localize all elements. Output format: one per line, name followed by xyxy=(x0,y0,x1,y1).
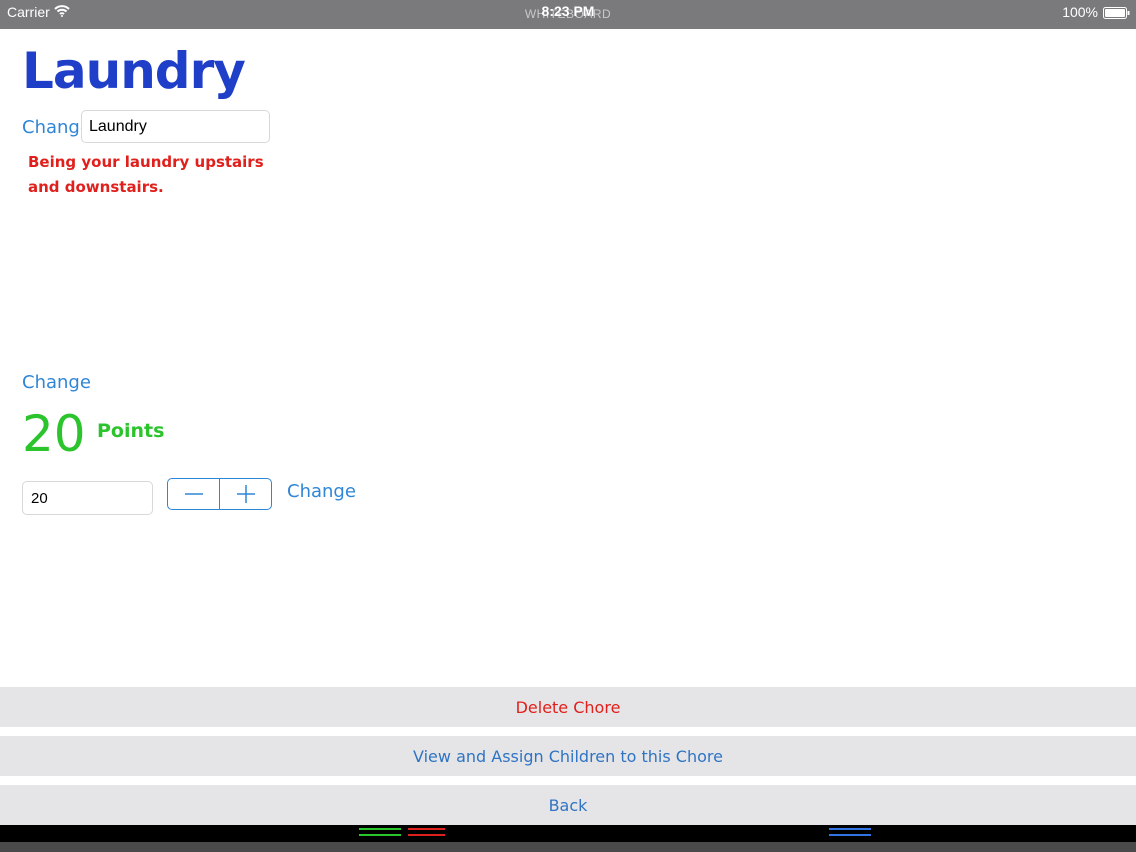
minus-icon xyxy=(184,493,203,495)
increment-button[interactable] xyxy=(219,479,271,509)
red-tab-marker xyxy=(408,828,445,836)
battery-percentage: 100% xyxy=(1062,4,1098,20)
chore-name-input[interactable] xyxy=(81,110,270,143)
points-label: Points xyxy=(97,420,165,442)
bottom-bar xyxy=(0,842,1136,852)
points-value: 20 xyxy=(22,405,86,463)
plus-icon xyxy=(236,485,255,503)
assign-children-button[interactable]: View and Assign Children to this Chore xyxy=(0,736,1136,776)
decrement-button[interactable] xyxy=(168,479,219,509)
chore-description: Being your laundry upstairs and downstai… xyxy=(28,153,264,196)
clock-label: 8:23 PM xyxy=(541,3,595,19)
blue-tab-marker xyxy=(829,828,871,836)
battery-icon xyxy=(1103,7,1130,19)
points-input[interactable] xyxy=(22,481,153,515)
chore-title: Laundry xyxy=(22,42,246,100)
points-stepper xyxy=(167,478,272,510)
change-description-button[interactable]: Change xyxy=(22,372,91,393)
color-tab-strip xyxy=(0,825,1136,842)
change-points-button[interactable]: Change xyxy=(287,481,356,502)
status-bar: Carrier WHITEBOARD 8:23 PM 100% xyxy=(0,0,1136,29)
back-button[interactable]: Back xyxy=(0,785,1136,825)
green-tab-marker xyxy=(359,828,401,836)
delete-chore-button[interactable]: Delete Chore xyxy=(0,687,1136,727)
